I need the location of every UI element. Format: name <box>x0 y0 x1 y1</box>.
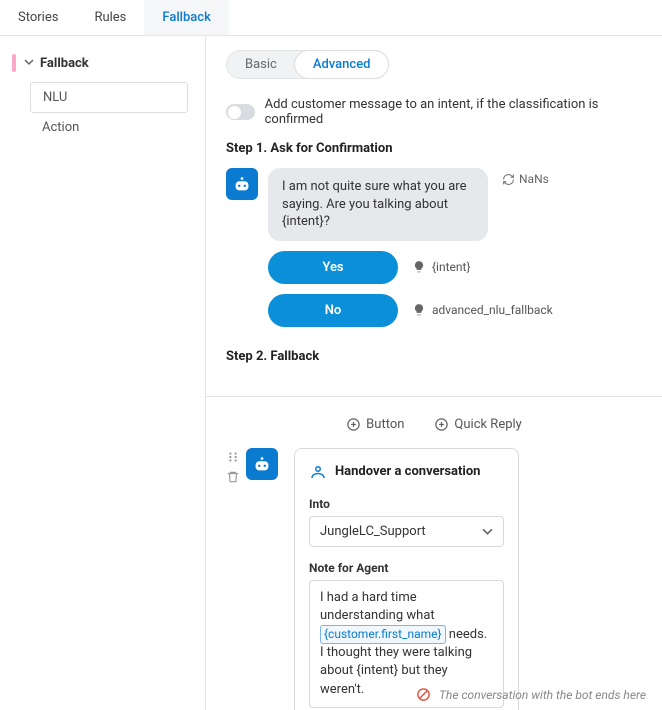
section-step2: Button Quick Reply <box>206 397 662 710</box>
toggle-label: Add customer message to an intent, if th… <box>265 97 642 127</box>
variable-chip[interactable]: {customer.first_name} <box>320 625 446 644</box>
yes-meta-text: {intent} <box>432 260 471 274</box>
tab-fallback[interactable]: Fallback <box>144 0 228 35</box>
sidebar-item-action[interactable]: Action <box>30 113 205 142</box>
add-button-label: Button <box>366 417 404 432</box>
tab-stories[interactable]: Stories <box>0 0 76 35</box>
sidebar-title: Fallback <box>40 56 89 71</box>
card-handles <box>226 448 240 484</box>
main-area: Fallback NLU Action Basic Advanced Add c… <box>0 36 662 710</box>
prompt-meta-text: NaNs <box>519 172 549 186</box>
sidebar-accent <box>12 54 16 72</box>
plus-circle-icon <box>346 417 361 432</box>
toggle-row: Add customer message to an intent, if th… <box>226 97 642 127</box>
bot-avatar-icon <box>246 448 278 480</box>
sidebar-item-nlu[interactable]: NLU <box>30 82 188 113</box>
yes-button[interactable]: Yes <box>268 251 398 284</box>
plus-circle-icon <box>434 417 449 432</box>
step2-title: Step 2. Fallback <box>226 349 642 364</box>
into-value: JungleLC_Support <box>320 524 426 539</box>
add-row: Button Quick Reply <box>226 411 642 448</box>
yes-meta: {intent} <box>412 260 471 274</box>
no-button[interactable]: No <box>268 294 398 327</box>
note-pre: I had a hard time understanding what <box>320 590 435 623</box>
step1-title: Step 1. Ask for Confirmation <box>226 141 642 156</box>
handover-card: Handover a conversation Into JungleLC_Su… <box>294 448 519 710</box>
drag-handle-icon[interactable] <box>226 450 240 464</box>
add-to-intent-toggle[interactable] <box>226 104 255 120</box>
footer-note: The conversation with the bot ends here <box>416 687 646 702</box>
add-button-action[interactable]: Button <box>346 417 404 432</box>
add-quick-reply-action[interactable]: Quick Reply <box>434 417 521 432</box>
bulb-icon <box>412 303 426 317</box>
prompt-bubble[interactable]: I am not quite sure what you are saying.… <box>268 168 488 241</box>
delete-icon[interactable] <box>226 470 240 484</box>
chevron-down-icon <box>24 57 34 70</box>
no-meta-text: advanced_nlu_fallback <box>432 303 553 317</box>
content-scroll[interactable]: Basic Advanced Add customer message to a… <box>206 36 662 710</box>
card-header: Handover a conversation <box>309 463 504 481</box>
mode-toggle: Basic Advanced <box>226 50 389 79</box>
card-row: Handover a conversation Into JungleLC_Su… <box>226 448 642 710</box>
mode-basic[interactable]: Basic <box>227 51 295 78</box>
bot-avatar-icon <box>226 168 258 200</box>
switch-knob <box>228 106 241 119</box>
mode-advanced[interactable]: Advanced <box>294 50 390 79</box>
sidebar: Fallback NLU Action <box>0 36 206 710</box>
no-meta: advanced_nlu_fallback <box>412 303 553 317</box>
prompt-row: I am not quite sure what you are saying.… <box>226 168 642 241</box>
section-step1: Basic Advanced Add customer message to a… <box>206 36 662 397</box>
into-label: Into <box>309 497 504 511</box>
tab-rules[interactable]: Rules <box>76 0 144 35</box>
bulb-icon <box>412 260 426 274</box>
note-label: Note for Agent <box>309 561 504 575</box>
refresh-icon <box>502 173 515 186</box>
content: Basic Advanced Add customer message to a… <box>206 36 662 710</box>
chevron-down-icon <box>482 526 493 537</box>
handover-icon <box>309 463 327 481</box>
yes-row: Yes {intent} <box>268 251 642 284</box>
add-quick-label: Quick Reply <box>454 417 521 432</box>
top-tabs: Stories Rules Fallback <box>0 0 662 36</box>
footer-text: The conversation with the bot ends here <box>439 688 646 702</box>
sidebar-header[interactable]: Fallback <box>0 50 205 76</box>
prompt-meta: NaNs <box>502 168 549 186</box>
stop-icon <box>416 687 431 702</box>
into-select[interactable]: JungleLC_Support <box>309 516 504 547</box>
no-row: No advanced_nlu_fallback <box>268 294 642 327</box>
card-title: Handover a conversation <box>335 464 480 479</box>
sidebar-items: NLU Action <box>30 82 205 142</box>
